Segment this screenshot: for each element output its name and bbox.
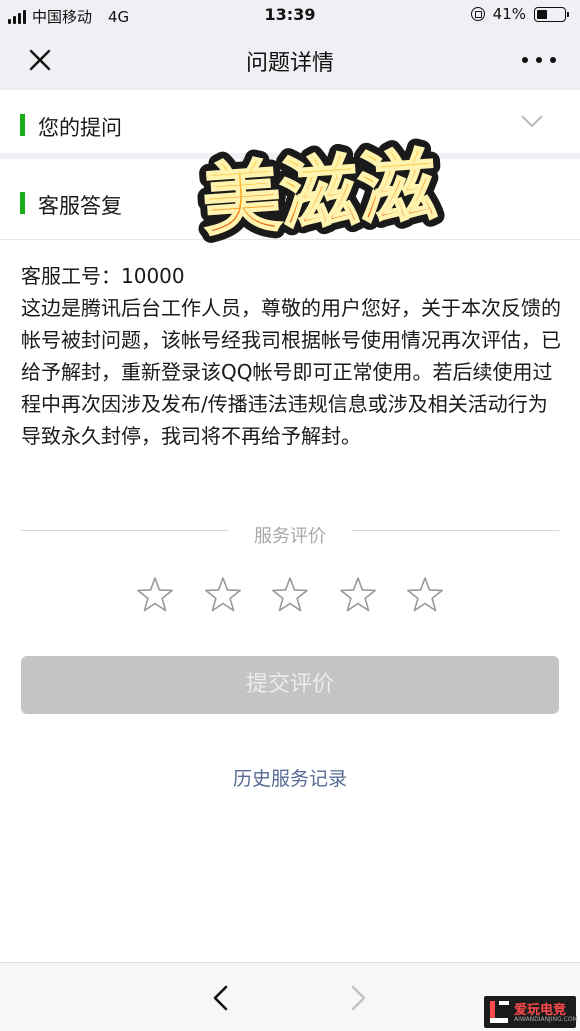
submit-rating-button[interactable]: 提交评价 [21,656,559,714]
rotation-lock-icon [470,7,485,21]
star-rating [135,575,445,615]
section-accent-bar [20,192,25,214]
battery-percent: 41% [492,5,526,23]
status-right: 41% [470,5,569,23]
status-bar: 中国移动 4G 13:39 41% [0,0,580,30]
back-arrow-icon[interactable] [207,983,233,1013]
watermark-icon [490,1001,509,1023]
watermark-logo: 爱玩电竞 AIWANDIANJING.COM [484,996,578,1028]
agent-id: 客服工号：10000 [21,264,185,288]
section-accent-bar [20,114,25,136]
page-title: 问题详情 [245,51,334,76]
question-section-label: 您的提问 [38,116,122,140]
history-link[interactable]: 历史服务记录 [0,764,580,791]
star-icon[interactable] [338,575,378,615]
reply-section-label: 客服答复 [38,194,122,218]
reply-message: 这边是腾讯后台工作人员，尊敬的用户您好，关于本次反馈的帐号被封问题，该帐号经我司… [21,296,561,448]
sticker-text: 美滋滋 [200,141,440,247]
star-icon[interactable] [203,575,243,615]
chevron-down-icon[interactable] [520,113,544,129]
reply-body: 客服工号：10000 这边是腾讯后台工作人员，尊敬的用户您好，关于本次反馈的帐号… [21,260,561,452]
rating-title: 服务评价 [254,526,326,547]
star-icon[interactable] [405,575,445,615]
battery-icon [534,6,569,22]
rating-divider-right [352,530,559,531]
star-icon[interactable] [270,575,310,615]
sticker-image: 美滋滋 美滋滋 [192,133,448,248]
battery-fill [537,9,548,19]
nav-bar: 问题详情 [0,30,580,90]
forward-arrow-icon[interactable] [346,983,372,1013]
star-icon[interactable] [135,575,175,615]
more-options-icon[interactable] [522,50,556,70]
watermark-subtext: AIWANDIANJING.COM [514,1016,578,1023]
